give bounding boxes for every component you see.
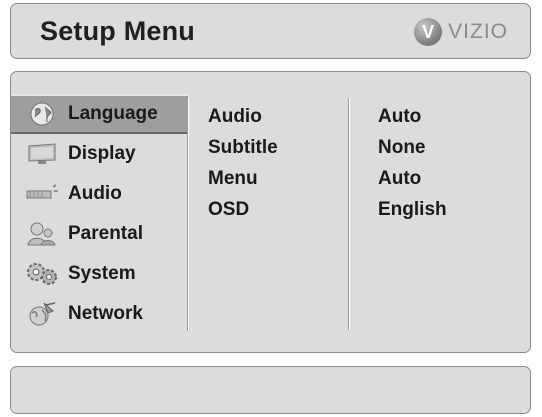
sidebar-item-label: Language — [68, 103, 158, 124]
speaker-icon — [25, 181, 59, 207]
vizio-logo-text: VIZIO — [448, 20, 508, 43]
page-title: Setup Menu — [40, 16, 195, 46]
monitor-icon — [25, 141, 59, 167]
setting-menu[interactable]: Menu — [208, 163, 278, 194]
sidebar-item-label: Audio — [68, 183, 122, 204]
sidebar-item-audio[interactable]: Audio — [11, 174, 188, 214]
column-divider — [348, 98, 349, 330]
globe-icon — [25, 101, 59, 127]
sidebar-item-network[interactable]: Network — [11, 294, 188, 334]
sidebar-item-label: Display — [68, 143, 136, 164]
sidebar-menu: Language Display Audio Parental System N… — [11, 94, 188, 334]
sidebar-item-label: Network — [68, 303, 143, 324]
parental-icon — [25, 221, 59, 247]
sidebar-item-parental[interactable]: Parental — [11, 214, 188, 254]
setting-osd[interactable]: OSD — [208, 194, 278, 225]
vizio-logo: V VIZIO — [414, 18, 508, 46]
gears-icon — [25, 261, 59, 287]
setting-values-column: Auto None Auto English — [378, 101, 447, 225]
main-panel: Language Display Audio Parental System N… — [10, 71, 531, 353]
column-divider — [187, 98, 188, 330]
vizio-logo-icon: V — [414, 18, 443, 46]
sidebar-item-label: System — [68, 263, 136, 284]
sidebar-item-display[interactable]: Display — [11, 134, 188, 174]
setting-audio[interactable]: Audio — [208, 101, 278, 132]
footer-info-bar — [10, 366, 531, 414]
network-icon — [25, 301, 59, 327]
value-menu[interactable]: Auto — [378, 163, 447, 194]
value-subtitle[interactable]: None — [378, 132, 447, 163]
value-osd[interactable]: English — [378, 194, 447, 225]
sidebar-item-language[interactable]: Language — [11, 94, 188, 134]
setting-names-column: Audio Subtitle Menu OSD — [208, 101, 278, 225]
header-bar: Setup Menu V VIZIO — [10, 3, 531, 59]
setting-subtitle[interactable]: Subtitle — [208, 132, 278, 163]
sidebar-item-label: Parental — [68, 223, 143, 244]
value-audio[interactable]: Auto — [378, 101, 447, 132]
sidebar-item-system[interactable]: System — [11, 254, 188, 294]
